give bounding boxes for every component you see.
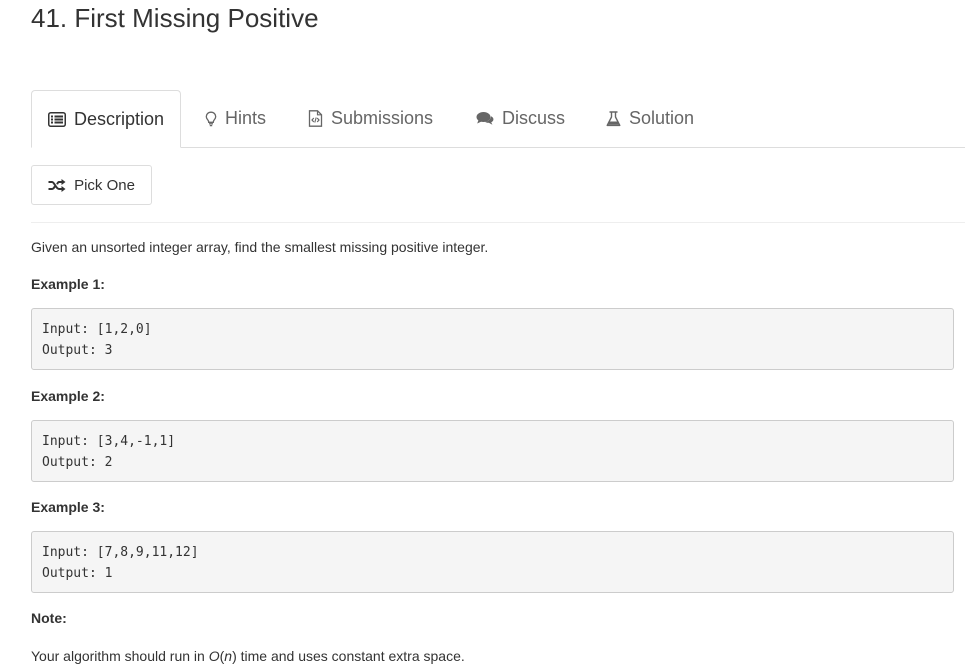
- example-1-output: Output: 3: [42, 343, 113, 358]
- shuffle-icon: [48, 178, 66, 192]
- note-prefix: Your algorithm should run in: [31, 648, 209, 664]
- tab-description[interactable]: Description: [31, 90, 181, 148]
- pick-one-button[interactable]: Pick One: [31, 165, 152, 205]
- tab-description-label: Description: [73, 108, 165, 129]
- note-text: Your algorithm should run in O(n) time a…: [31, 647, 465, 665]
- example-3-heading: Example 3:: [31, 499, 105, 515]
- example-1-code: Input: [1,2,0] Output: 3: [31, 308, 954, 370]
- example-3-input: Input: [7,8,9,11,12]: [42, 545, 199, 560]
- example-1-heading: Example 1:: [31, 276, 105, 292]
- tab-bar: Description Hints Submissions Discuss So…: [31, 90, 965, 148]
- example-3-code: Input: [7,8,9,11,12] Output: 1: [31, 531, 954, 593]
- tab-submissions-label: Submissions: [331, 108, 434, 128]
- comments-icon: [476, 111, 494, 126]
- tab-discuss-label: Discuss: [502, 108, 566, 128]
- tab-discuss[interactable]: Discuss: [476, 90, 565, 147]
- flask-icon: [606, 110, 621, 127]
- file-code-icon: [308, 110, 323, 127]
- tab-hints-label: Hints: [225, 108, 267, 128]
- note-heading: Note:: [31, 610, 67, 626]
- lightbulb-icon: [205, 111, 217, 127]
- example-3-output: Output: 1: [42, 566, 113, 581]
- example-2-code: Input: [3,4,-1,1] Output: 2: [31, 420, 954, 482]
- tab-submissions[interactable]: Submissions: [308, 90, 433, 147]
- tab-solution[interactable]: Solution: [606, 90, 694, 147]
- example-2-output: Output: 2: [42, 455, 113, 470]
- tab-solution-label: Solution: [629, 108, 695, 128]
- note-n: n: [224, 648, 233, 664]
- content-divider: [31, 222, 965, 223]
- page-title: 41. First Missing Positive: [31, 3, 319, 33]
- tab-hints[interactable]: Hints: [205, 90, 266, 147]
- example-2-input: Input: [3,4,-1,1]: [42, 434, 176, 449]
- example-1-input: Input: [1,2,0]: [42, 322, 152, 337]
- pick-one-label: Pick One: [74, 176, 135, 194]
- problem-description: Given an unsorted integer array, find th…: [31, 239, 489, 255]
- list-icon: [47, 111, 66, 127]
- note-suffix: time and uses constant extra space.: [236, 648, 465, 664]
- note-big-o: O: [208, 648, 220, 664]
- example-2-heading: Example 2:: [31, 388, 105, 404]
